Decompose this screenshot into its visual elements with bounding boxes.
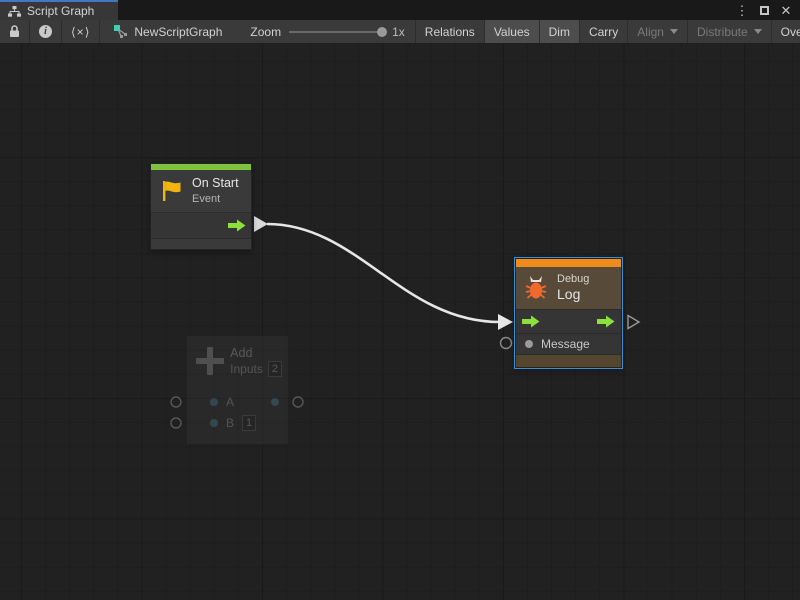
flow-output-arrow-icon[interactable] — [597, 315, 615, 328]
info-icon: i — [39, 25, 52, 38]
node-debug-log[interactable]: Debug Log Message — [515, 258, 622, 368]
add-input-a-port[interactable] — [171, 397, 181, 407]
message-port-dot[interactable] — [525, 340, 533, 348]
add-row-b: B 1 — [187, 412, 288, 433]
zoom-value: 1x — [392, 25, 405, 39]
carry-toggle[interactable]: Carry — [580, 20, 628, 43]
values-toggle[interactable]: Values — [485, 20, 540, 43]
add-header: Add Inputs 2 — [187, 336, 288, 391]
zoom-slider-knob[interactable] — [377, 27, 387, 37]
code-preview-button[interactable]: ⟨×⟩ — [62, 20, 100, 43]
zoom-control: Zoom 1x — [246, 20, 415, 43]
close-icon[interactable]: ✕ — [778, 4, 794, 17]
input-b-label: B — [226, 416, 234, 430]
input-b-value-field[interactable]: 1 — [242, 415, 256, 431]
on-start-footer — [151, 238, 251, 249]
add-subtitle: Inputs — [230, 362, 263, 376]
message-label: Message — [541, 337, 590, 351]
flow-input-arrow-icon[interactable] — [522, 315, 540, 328]
hierarchy-icon — [8, 6, 21, 17]
input-a-label: A — [226, 395, 234, 409]
graph-canvas[interactable]: On Start Event Debug — [0, 44, 800, 600]
add-row-a: A — [187, 391, 288, 412]
graph-name-label: NewScriptGraph — [134, 25, 222, 39]
plus-icon — [196, 347, 221, 375]
tab-bar: Script Graph ⋮ ✕ — [0, 0, 800, 20]
lock-button[interactable] — [0, 20, 30, 43]
output-dot[interactable] — [271, 398, 279, 406]
align-label: Align — [637, 25, 664, 39]
relations-toggle[interactable]: Relations — [416, 20, 485, 43]
node-add[interactable]: Add Inputs 2 A B 1 — [186, 335, 289, 445]
on-start-subtitle: Event — [192, 192, 239, 206]
debug-accent-strip — [516, 259, 621, 267]
add-input-b-port[interactable] — [171, 418, 181, 428]
on-start-header: On Start Event — [151, 170, 251, 212]
chevron-down-icon — [670, 29, 678, 34]
debug-message-row: Message — [516, 333, 621, 354]
bug-icon — [524, 275, 548, 301]
on-start-port-row — [151, 212, 251, 238]
node-on-start[interactable]: On Start Event — [150, 163, 252, 250]
chevron-down-icon — [754, 29, 762, 34]
debug-output-port[interactable] — [628, 316, 639, 329]
distribute-dropdown[interactable]: Distribute — [688, 20, 772, 43]
debug-log-header: Debug Log — [516, 267, 621, 309]
graph-asset-icon — [114, 25, 127, 38]
input-a-dot[interactable] — [210, 398, 218, 406]
inputs-count-field[interactable]: 2 — [268, 361, 282, 377]
debug-title: Log — [557, 286, 589, 304]
connection-end-arrow — [498, 314, 513, 330]
tabbar-spacer — [118, 0, 734, 20]
edges-layer — [0, 44, 800, 600]
input-b-dot[interactable] — [210, 419, 218, 427]
flow-connection[interactable] — [254, 216, 513, 330]
on-start-title: On Start — [192, 176, 239, 192]
code-icon: ⟨×⟩ — [71, 25, 90, 39]
tab-script-graph[interactable]: Script Graph — [0, 0, 118, 20]
script-graph-window: Script Graph ⋮ ✕ i ⟨×⟩ — [0, 0, 800, 600]
overview-button[interactable]: Overview — [772, 20, 800, 43]
zoom-slider[interactable] — [289, 31, 384, 33]
window-controls: ⋮ ✕ — [734, 0, 800, 20]
add-output-port[interactable] — [293, 397, 303, 407]
graph-reference-button[interactable]: NewScriptGraph — [100, 20, 234, 43]
lock-icon — [9, 25, 20, 38]
debug-footer — [516, 354, 621, 367]
debug-port-row — [516, 309, 621, 333]
graph-toolbar: i ⟨×⟩ NewScriptGraph Zoom 1x Relations V… — [0, 20, 800, 44]
distribute-label: Distribute — [697, 25, 748, 39]
debug-category-label: Debug — [557, 272, 589, 286]
dim-toggle[interactable]: Dim — [540, 20, 580, 43]
flag-icon — [159, 179, 183, 203]
add-title: Add — [230, 345, 282, 361]
debug-message-port[interactable] — [501, 338, 512, 349]
window-menu-icon[interactable]: ⋮ — [734, 4, 750, 17]
maximize-icon[interactable] — [756, 4, 772, 17]
inspect-button[interactable]: i — [30, 20, 62, 43]
flow-output-arrow-icon[interactable] — [228, 219, 246, 232]
connection-start-arrow — [254, 216, 268, 232]
zoom-label: Zoom — [250, 25, 281, 39]
tab-title: Script Graph — [27, 4, 94, 18]
align-dropdown[interactable]: Align — [628, 20, 688, 43]
